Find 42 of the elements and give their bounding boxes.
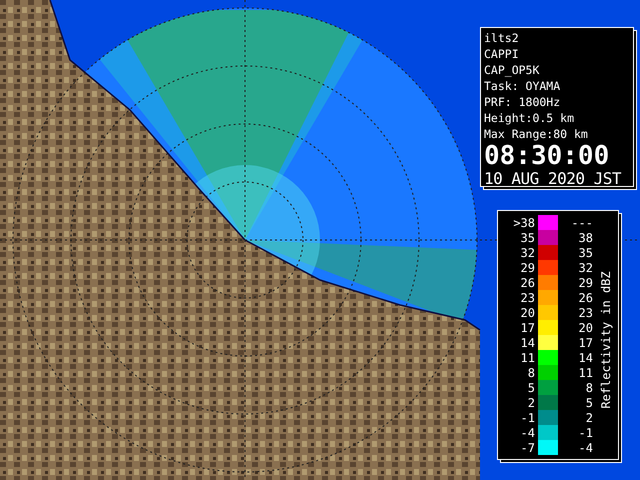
date-text: 10 AUG 2020 JST	[484, 169, 622, 188]
info-text: CAP_OP5K	[484, 62, 540, 78]
legend-label: 23	[578, 306, 593, 320]
legend-label: 35	[578, 246, 593, 260]
info-text: PRF: 1800Hz	[484, 94, 562, 110]
legend-label: 2	[526, 396, 536, 410]
legend-title: Reflectivity in dBZ	[598, 271, 612, 409]
info-text: Task: OYAMA	[484, 78, 562, 94]
legend-label: 11	[520, 350, 536, 364]
legend-label: 17	[520, 320, 536, 334]
legend-label: 29	[578, 276, 593, 290]
legend-label: 35	[520, 230, 536, 244]
legend-label: -1	[578, 426, 593, 440]
legend-label: -4	[520, 426, 536, 440]
legend-label: -4	[578, 440, 593, 454]
legend-label: -7	[520, 440, 536, 454]
legend-label: 11	[578, 366, 593, 380]
legend-label: 32	[578, 260, 593, 274]
legend-label: 8	[526, 366, 536, 380]
legend-label: 26	[520, 276, 536, 290]
time-text: 08:30:00	[484, 143, 610, 169]
legend-label: ---	[570, 216, 593, 230]
legend-label: 23	[520, 290, 536, 304]
legend-label: 14	[578, 350, 593, 364]
legend-label: 2	[584, 410, 593, 424]
info-text: ilts2	[484, 30, 520, 46]
legend-label: 20	[578, 320, 593, 334]
info-text: Max Range:80 km	[484, 126, 589, 142]
legend-label: 17	[578, 336, 593, 350]
legend-label: 8	[584, 380, 593, 394]
legend-label: 29	[520, 260, 536, 274]
legend-label: 5	[584, 396, 593, 410]
legend-label: >38	[512, 216, 536, 230]
legend-label: 14	[520, 336, 536, 350]
legend-label: 5	[526, 380, 536, 394]
legend-label: 32	[520, 246, 536, 260]
legend-label: 20	[520, 306, 536, 320]
info-text: Height:0.5 km	[484, 110, 576, 126]
info-text: CAPPI	[484, 46, 520, 62]
legend-label: 26	[578, 290, 593, 304]
legend-label: -1	[520, 410, 536, 424]
legend-label: 38	[578, 230, 593, 244]
